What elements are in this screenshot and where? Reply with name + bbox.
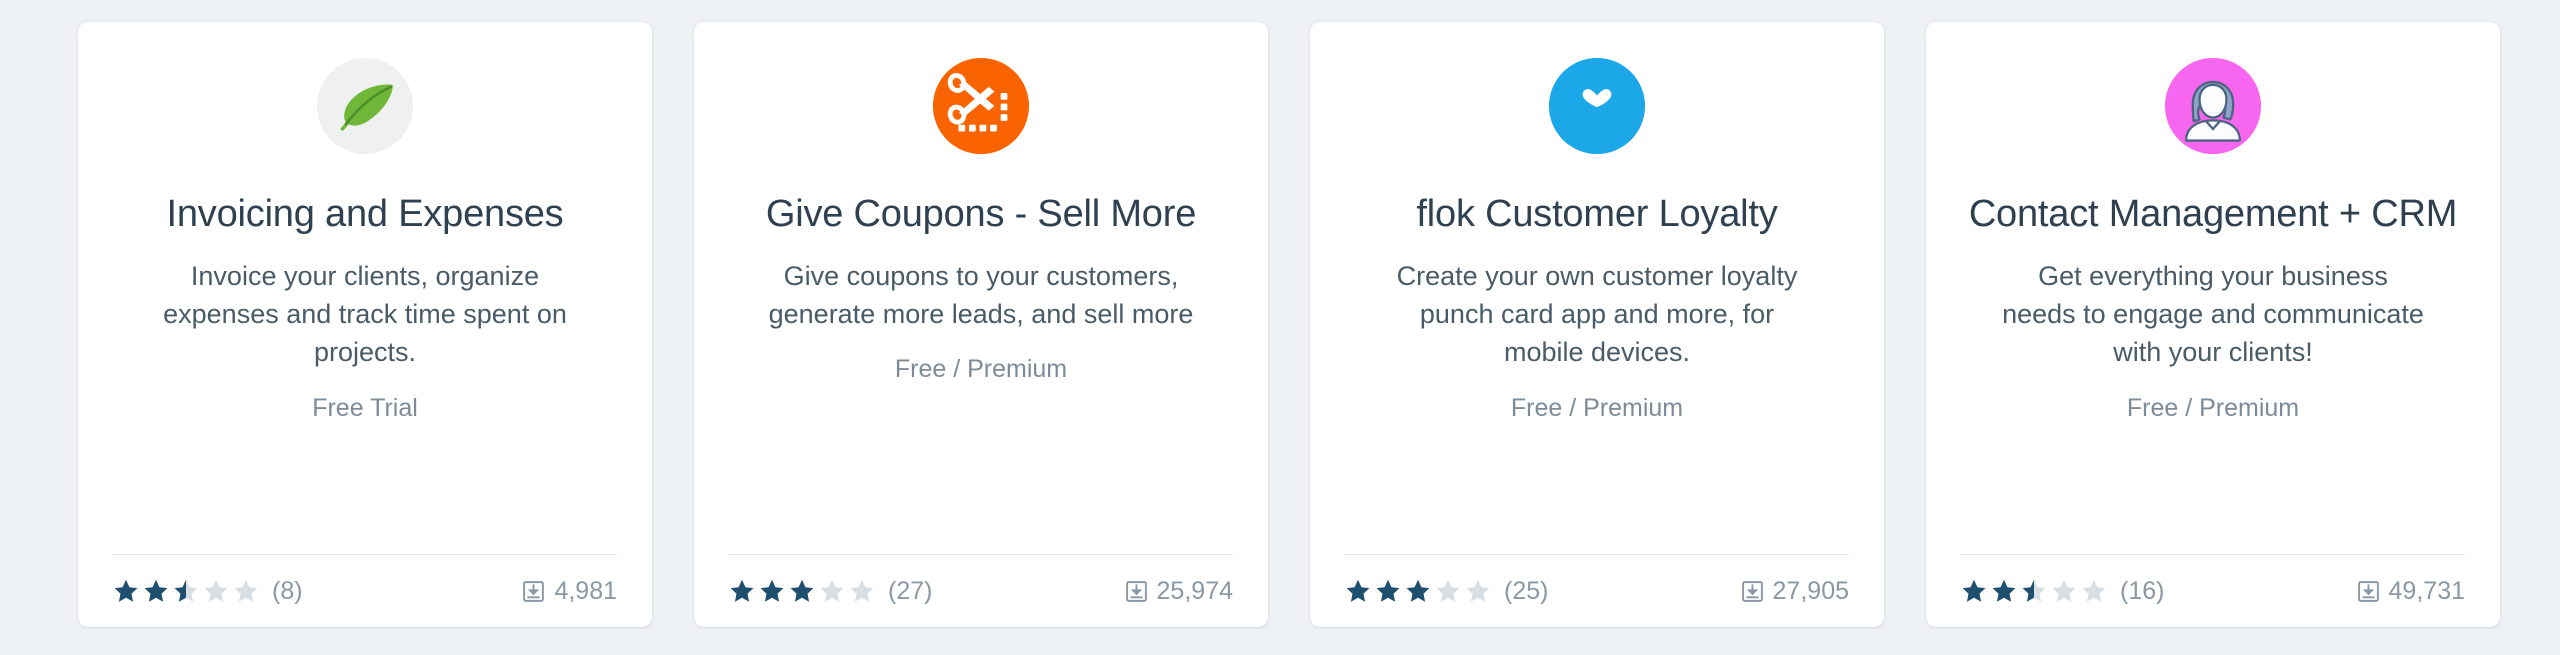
leaf-icon	[317, 58, 413, 154]
install-count: 25,974	[1125, 577, 1233, 606]
app-card-grid: Invoicing and Expenses Invoice your clien…	[0, 0, 2560, 655]
star-half-icon	[2022, 579, 2046, 602]
rating[interactable]: (25)	[1345, 578, 1548, 604]
rating[interactable]: (16)	[1961, 578, 2164, 604]
star-empty-icon	[850, 579, 874, 602]
app-icon	[933, 58, 1029, 154]
app-title[interactable]: Invoicing and Expenses	[167, 193, 564, 237]
app-icon	[2165, 58, 2261, 154]
rating-count: (16)	[2120, 576, 2165, 605]
download-box-icon	[1125, 580, 1147, 602]
rating-count: (27)	[888, 576, 933, 605]
star-empty-icon	[2082, 579, 2106, 602]
app-title[interactable]: flok Customer Loyalty	[1416, 193, 1777, 237]
star-full-icon	[1406, 579, 1430, 602]
card-footer: (25) 27,905	[1345, 555, 1849, 627]
star-full-icon	[760, 579, 784, 602]
app-price-label: Free Trial	[312, 393, 418, 422]
app-title[interactable]: Give Coupons - Sell More	[766, 193, 1196, 237]
app-card[interactable]: Contact Management + CRM Get everything y…	[1926, 22, 2500, 627]
install-count-value: 27,905	[1772, 576, 1849, 605]
app-price-label: Free / Premium	[2126, 393, 2300, 422]
download-box-icon	[523, 580, 545, 602]
star-empty-icon	[2052, 579, 2076, 602]
app-price-label: Free / Premium	[1510, 393, 1684, 422]
app-card[interactable]: flok Customer Loyalty Create your own cus…	[1310, 22, 1884, 627]
star-full-icon	[144, 579, 168, 602]
flok-heart-icon	[1549, 58, 1645, 154]
contact-person-icon	[2165, 58, 2261, 154]
star-full-icon	[790, 579, 814, 602]
install-count: 27,905	[1741, 577, 1849, 606]
card-footer: (8) 4,981	[113, 555, 617, 627]
rating[interactable]: (8)	[113, 578, 303, 604]
star-full-icon	[1346, 579, 1370, 602]
download-box-icon	[2357, 580, 2379, 602]
rating[interactable]: (27)	[729, 578, 932, 604]
star-empty-icon	[204, 579, 228, 602]
app-description: Get everything your business needs to en…	[2002, 260, 2424, 368]
app-description: Create your own customer loyalty punch c…	[1396, 260, 1798, 368]
star-full-icon	[114, 579, 138, 602]
install-count: 49,731	[2357, 577, 2465, 606]
star-half-icon	[174, 579, 198, 602]
rating-count: (8)	[272, 576, 303, 605]
star-empty-icon	[234, 579, 258, 602]
card-footer: (27) 25,974	[729, 555, 1233, 627]
rating-count: (25)	[1504, 576, 1549, 605]
app-icon	[317, 58, 413, 154]
install-count-value: 25,974	[1156, 576, 1233, 605]
star-empty-icon	[1436, 579, 1460, 602]
download-box-icon	[1741, 580, 1763, 602]
star-full-icon	[1376, 579, 1400, 602]
app-price-label: Free / Premium	[894, 355, 1068, 384]
star-empty-icon	[820, 579, 844, 602]
install-count: 4,981	[522, 577, 617, 606]
card-footer: (16) 49,731	[1961, 555, 2465, 627]
app-card[interactable]: Invoicing and Expenses Invoice your clien…	[78, 22, 652, 627]
install-count-value: 49,731	[2388, 576, 2465, 605]
app-card[interactable]: Give Coupons - Sell More Give coupons to …	[694, 22, 1268, 627]
install-count-value: 4,981	[554, 576, 617, 605]
star-full-icon	[1962, 579, 1986, 602]
star-full-icon	[1992, 579, 2016, 602]
app-description: Give coupons to your customers, generate…	[768, 260, 1194, 330]
app-icon	[1549, 58, 1645, 154]
coupon-scissors-icon	[933, 58, 1029, 154]
star-full-icon	[730, 579, 754, 602]
app-description: Invoice your clients, organize expenses …	[163, 260, 567, 368]
star-empty-icon	[1466, 579, 1490, 602]
app-title[interactable]: Contact Management + CRM	[1969, 193, 2458, 237]
